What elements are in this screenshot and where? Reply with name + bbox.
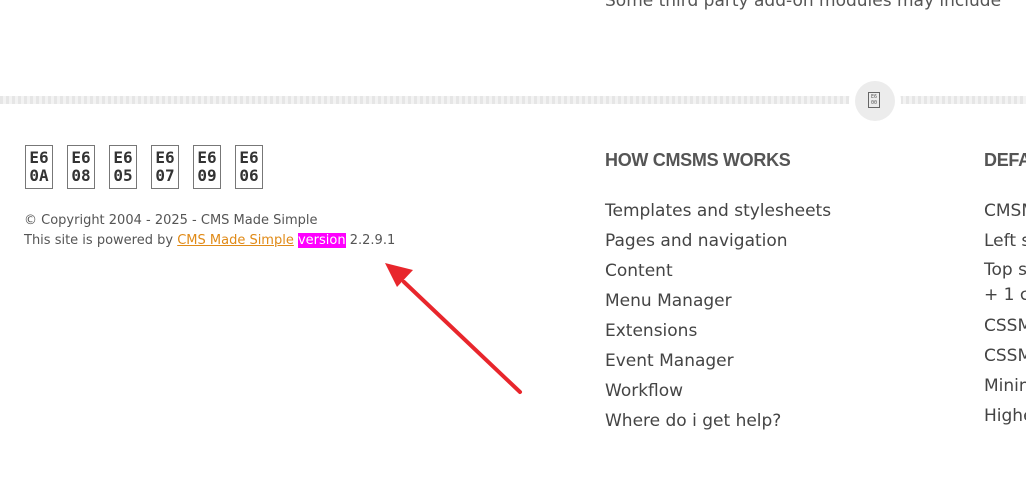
glyph-E605-icon[interactable]: E6 05 (109, 145, 137, 189)
how-cmsms-works-heading: HOW CMSMS WORKS (605, 150, 791, 170)
footer-link-event-manager[interactable]: Event Manager (605, 346, 831, 376)
footer-link-default-3-line2: + 1 co (984, 285, 1026, 305)
footer-link-default-6[interactable]: Minin (984, 371, 1026, 401)
powered-by-line: This site is powered by CMS Made Simple … (24, 233, 395, 248)
footer-link-default-3[interactable]: Top s + 1 co (984, 256, 1026, 311)
annotation-arrow-head (385, 263, 413, 287)
social-icons-row: E6 0A E6 08 E6 05 E6 07 E6 09 E6 06 (25, 145, 263, 189)
glyph-E606-icon[interactable]: E6 06 (235, 145, 263, 189)
default-templates-list: CMSM Left s Top s + 1 co CSSM CSSM Minin… (984, 196, 1026, 431)
cms-made-simple-link[interactable]: CMS Made Simple (177, 233, 294, 248)
footer-link-content[interactable]: Content (605, 256, 831, 286)
divider-badge: E6 00 (855, 81, 895, 121)
how-cmsms-works-list: Templates and stylesheets Pages and navi… (605, 196, 831, 436)
glyph-E600-icon: E6 00 (868, 92, 880, 108)
powered-by-prefix: This site is powered by (24, 233, 174, 248)
version-number: 2.2.9.1 (349, 233, 396, 248)
glyph-E608-icon[interactable]: E6 08 (67, 145, 95, 189)
version-highlight: version (297, 233, 346, 248)
footer-link-default-2[interactable]: Left s (984, 226, 1026, 256)
glyph-E609-icon[interactable]: E6 09 (193, 145, 221, 189)
footer-link-templates[interactable]: Templates and stylesheets (605, 196, 831, 226)
annotation-arrow-shaft (402, 280, 522, 394)
footer-link-default-5[interactable]: CSSM (984, 341, 1026, 371)
copyright-text: © Copyright 2004 - 2025 - CMS Made Simpl… (24, 213, 318, 228)
glyph-E60A-icon[interactable]: E6 0A (25, 145, 53, 189)
footer-link-workflow[interactable]: Workflow (605, 376, 831, 406)
default-templates-heading: DEFAU (984, 150, 1026, 170)
footer-link-default-7[interactable]: Highe (984, 401, 1026, 431)
partial-body-text: Some third party add-on modules may incl… (605, 0, 1002, 11)
footer-link-help[interactable]: Where do i get help? (605, 406, 831, 436)
footer-link-menu-manager[interactable]: Menu Manager (605, 286, 831, 316)
footer-link-default-1[interactable]: CMSM (984, 196, 1026, 226)
footer-link-extensions[interactable]: Extensions (605, 316, 831, 346)
glyph-E607-icon[interactable]: E6 07 (151, 145, 179, 189)
footer-link-default-3-line1: Top s (984, 260, 1026, 280)
footer-link-default-4[interactable]: CSSM (984, 311, 1026, 341)
footer-link-pages-navigation[interactable]: Pages and navigation (605, 226, 831, 256)
